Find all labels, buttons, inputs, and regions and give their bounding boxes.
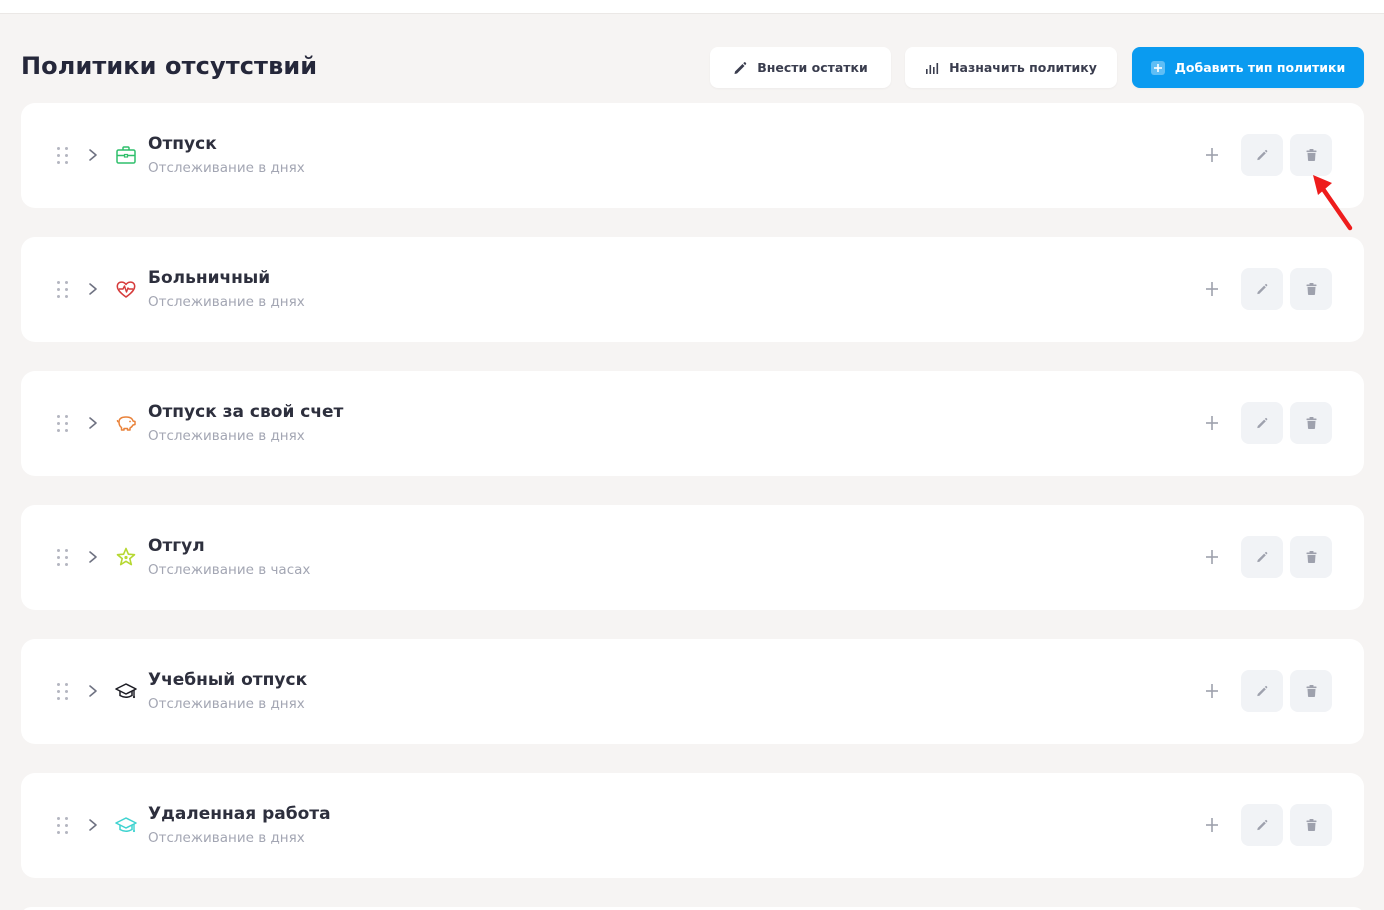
- drag-handle-icon[interactable]: [57, 147, 69, 165]
- drag-handle-icon[interactable]: [57, 549, 69, 567]
- chevron-right-icon[interactable]: [87, 549, 99, 565]
- policy-list: Отпуск Отслеживание в днях Больничный От…: [21, 103, 1364, 910]
- plus-icon: [1150, 60, 1165, 75]
- add-icon[interactable]: [1204, 817, 1220, 833]
- add-icon[interactable]: [1204, 415, 1220, 431]
- trash-icon: [1306, 819, 1316, 831]
- policy-card-3: Отпуск за свой счет Отслеживание в днях: [21, 371, 1364, 476]
- drag-handle-icon[interactable]: [57, 683, 69, 701]
- policy-tracking: Отслеживание в днях: [148, 696, 305, 712]
- briefcase-icon: [115, 144, 137, 166]
- assign-policy-button[interactable]: Назначить политику: [905, 47, 1117, 88]
- trash-icon: [1306, 149, 1316, 161]
- star-icon: [115, 546, 137, 568]
- pencil-icon: [1257, 551, 1268, 563]
- graduation-cap-icon: [115, 814, 137, 836]
- annotation-arrow-icon: [1313, 175, 1353, 231]
- edit-policy-button[interactable]: [1241, 402, 1283, 444]
- policy-card-2: Больничный Отслеживание в днях: [21, 237, 1364, 342]
- graduation-cap-icon: [115, 680, 137, 702]
- policy-card-4: Отгул Отслеживание в часах: [21, 505, 1364, 610]
- trash-icon: [1306, 417, 1316, 429]
- delete-policy-button[interactable]: [1290, 804, 1332, 846]
- policy-card-1: Отпуск Отслеживание в днях: [21, 103, 1364, 208]
- policy-card-6: Удаленная работа Отслеживание в днях: [21, 773, 1364, 878]
- trash-icon: [1306, 551, 1316, 563]
- drag-handle-icon[interactable]: [57, 281, 69, 299]
- add-policy-type-button[interactable]: Добавить тип политики: [1132, 47, 1364, 88]
- add-policy-type-label: Добавить тип политики: [1174, 60, 1346, 75]
- trash-icon: [1306, 283, 1316, 295]
- enter-balances-label: Внести остатки: [757, 60, 868, 75]
- policy-name: Больничный: [148, 268, 271, 288]
- chevron-right-icon[interactable]: [87, 281, 99, 297]
- top-bar: [0, 0, 1384, 14]
- enter-balances-button[interactable]: Внести остатки: [710, 47, 891, 88]
- pencil-icon: [1257, 417, 1268, 429]
- pencil-icon: [1257, 819, 1268, 831]
- policy-tracking: Отслеживание в днях: [148, 428, 305, 444]
- add-icon[interactable]: [1204, 549, 1220, 565]
- edit-policy-button[interactable]: [1241, 134, 1283, 176]
- chevron-right-icon[interactable]: [87, 817, 99, 833]
- chevron-right-icon[interactable]: [87, 683, 99, 699]
- edit-policy-button[interactable]: [1241, 268, 1283, 310]
- policy-tracking: Отслеживание в днях: [148, 830, 305, 846]
- policy-name: Учебный отпуск: [148, 670, 308, 690]
- drag-handle-icon[interactable]: [57, 415, 69, 433]
- add-icon[interactable]: [1204, 683, 1220, 699]
- delete-policy-button[interactable]: [1290, 670, 1332, 712]
- edit-policy-button[interactable]: [1241, 804, 1283, 846]
- pencil-icon: [1257, 685, 1268, 697]
- policy-tracking: Отслеживание в днях: [148, 294, 305, 310]
- policy-name: Отгул: [148, 536, 205, 556]
- edit-policy-button[interactable]: [1241, 670, 1283, 712]
- heart-pulse-icon: [115, 278, 137, 300]
- add-icon[interactable]: [1204, 147, 1220, 163]
- policy-tracking: Отслеживание в днях: [148, 160, 305, 176]
- pencil-icon: [1257, 283, 1268, 295]
- trash-icon: [1306, 685, 1316, 697]
- policy-tracking: Отслеживание в часах: [148, 562, 311, 578]
- policy-card-5: Учебный отпуск Отслеживание в днях: [21, 639, 1364, 744]
- pencil-icon: [1257, 149, 1268, 161]
- bar-chart-icon: [926, 62, 939, 74]
- add-icon[interactable]: [1204, 281, 1220, 297]
- delete-policy-button[interactable]: [1290, 268, 1332, 310]
- edit-policy-button[interactable]: [1241, 536, 1283, 578]
- delete-policy-button[interactable]: [1290, 402, 1332, 444]
- policy-name: Отпуск за свой счет: [148, 402, 344, 422]
- pencil-icon: [734, 61, 747, 74]
- policy-name: Отпуск: [148, 134, 217, 154]
- piggy-bank-icon: [115, 412, 137, 434]
- drag-handle-icon[interactable]: [57, 817, 69, 835]
- chevron-right-icon[interactable]: [87, 415, 99, 431]
- chevron-right-icon[interactable]: [87, 147, 99, 163]
- page-title: Политики отсутствий: [21, 52, 318, 80]
- delete-policy-button[interactable]: [1290, 536, 1332, 578]
- assign-policy-label: Назначить политику: [949, 60, 1097, 75]
- policy-name: Удаленная работа: [148, 804, 331, 824]
